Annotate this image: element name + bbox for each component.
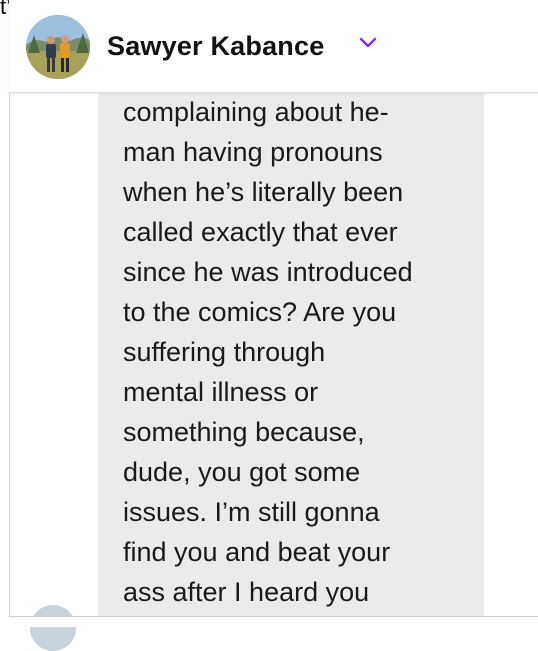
message-line: man having pronouns	[123, 137, 383, 167]
message-text: complaining about he- man having pronoun…	[123, 92, 483, 612]
contact-name[interactable]: Sawyer Kabance	[107, 31, 324, 62]
contact-avatar[interactable]	[26, 15, 90, 79]
chevron-down-icon[interactable]	[359, 37, 377, 49]
message-line: complaining about he-	[123, 97, 389, 127]
message-line: something because,	[123, 417, 365, 447]
message-bubble: complaining about he- man having pronoun…	[98, 92, 484, 616]
composer-divider	[9, 616, 538, 627]
message-line: ass after I heard you	[123, 577, 370, 607]
message-line: suffering through	[123, 337, 326, 367]
message-line: when he’s literally been	[123, 177, 404, 207]
avatar-photo-icon	[26, 15, 90, 79]
message-line: find you and beat your	[123, 537, 391, 567]
message-line: mental illness or	[123, 377, 319, 407]
message-line: issues. I’m still gonna	[123, 497, 380, 527]
message-line: dude, you got some	[123, 457, 361, 487]
message-line: called exactly that ever	[123, 217, 398, 247]
message-line: to the comics? Are you	[123, 297, 397, 327]
conversation-header: Sawyer Kabance	[9, 0, 538, 93]
sender-avatar[interactable]	[30, 605, 76, 651]
message-line: since he was introduced	[123, 257, 413, 287]
